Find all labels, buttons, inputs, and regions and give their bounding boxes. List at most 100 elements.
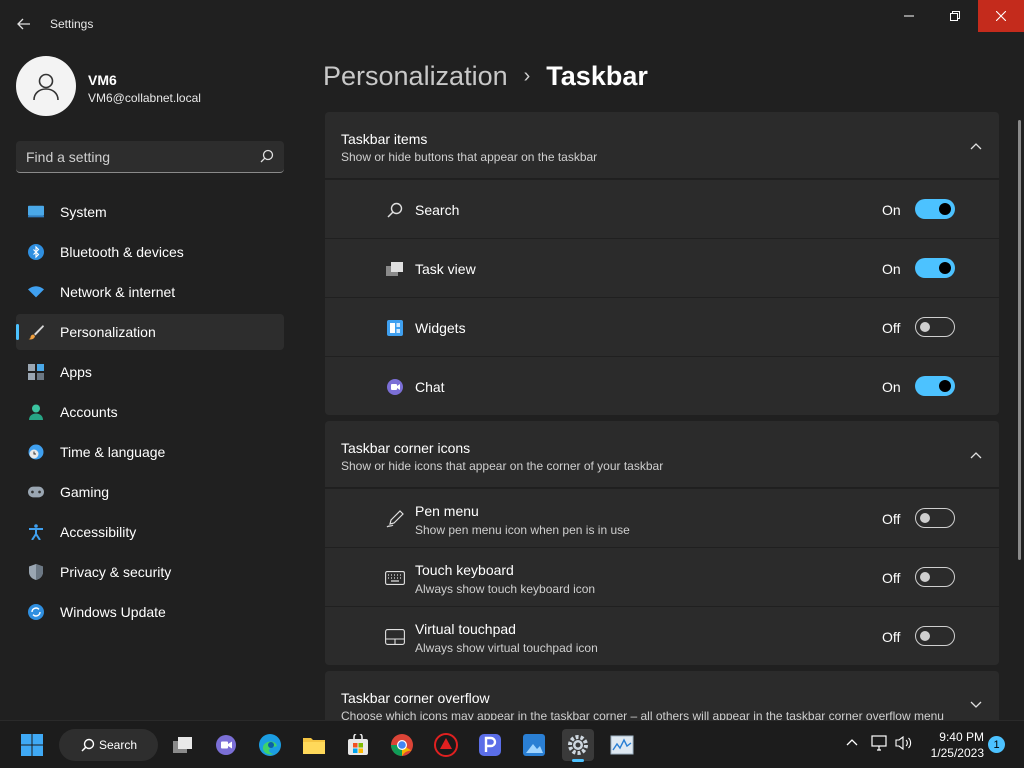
teams-chat-icon[interactable] <box>210 729 242 761</box>
notification-badge[interactable]: 1 <box>988 736 1005 753</box>
restore-icon <box>950 11 960 21</box>
profile-name: VM6 <box>88 72 117 88</box>
store-icon[interactable] <box>342 729 374 761</box>
sidebar-item-label: Windows Update <box>60 604 166 620</box>
chevron-up-icon[interactable] <box>969 448 983 462</box>
breadcrumb-separator: › <box>523 64 531 87</box>
wifi-icon <box>28 284 44 300</box>
sidebar-item-label: Bluetooth & devices <box>60 244 184 260</box>
taskbar-corner-overflow-group[interactable]: Taskbar corner overflow Choose which ico… <box>325 671 999 720</box>
back-button[interactable] <box>12 12 36 36</box>
touch-keyboard-toggle[interactable] <box>915 567 955 587</box>
page-title: Taskbar <box>546 60 648 91</box>
taskbar-clock[interactable]: 9:40 PM 1/25/2023 <box>920 729 984 761</box>
sidebar-item-privacy[interactable]: Privacy & security <box>16 554 284 590</box>
restore-button[interactable] <box>932 0 978 32</box>
toggle-state-text: Off <box>882 629 901 645</box>
chrome-icon[interactable] <box>386 729 418 761</box>
breadcrumb-parent[interactable]: Personalization <box>323 61 508 92</box>
toggle-knob <box>920 322 930 332</box>
sidebar-item-gaming[interactable]: Gaming <box>16 474 284 510</box>
pen-icon <box>385 509 405 529</box>
close-icon <box>996 11 1006 21</box>
network-wired-icon[interactable] <box>871 735 889 751</box>
setting-label: Pen menu <box>415 503 479 519</box>
widgets-toggle[interactable] <box>915 317 955 337</box>
toggle-state-text: Off <box>882 570 901 586</box>
toggle-knob <box>939 262 951 274</box>
chevron-up-icon[interactable] <box>969 139 983 153</box>
toggle-state-text: Off <box>882 320 901 336</box>
search-icon[interactable] <box>260 149 274 168</box>
taskbar-items-group: Taskbar items Show or hide buttons that … <box>325 112 999 415</box>
sidebar-item-label: Accounts <box>60 404 118 420</box>
toggle-knob <box>920 513 930 523</box>
settings-content: Taskbar items Show or hide buttons that … <box>325 112 999 720</box>
sidebar-item-bluetooth[interactable]: Bluetooth & devices <box>16 234 284 270</box>
app-red-icon[interactable] <box>430 729 462 761</box>
resource-monitor-icon[interactable] <box>606 729 638 761</box>
pen-menu-toggle[interactable] <box>915 508 955 528</box>
sidebar-item-label: Gaming <box>60 484 110 500</box>
group-title: Taskbar corner overflow <box>341 690 490 706</box>
chevron-down-icon[interactable] <box>969 698 983 712</box>
group-description: Show or hide buttons that appear on the … <box>341 150 598 164</box>
widgets-icon <box>385 318 405 338</box>
sidebar-item-time-language[interactable]: Time & language <box>16 434 284 470</box>
clock-globe-icon <box>28 444 44 460</box>
taskbar-search-button[interactable]: Search <box>59 729 158 761</box>
scrollbar[interactable] <box>1018 120 1021 560</box>
sidebar-item-label: Accessibility <box>60 524 137 540</box>
brush-icon <box>28 324 44 340</box>
minimize-button[interactable] <box>886 0 932 32</box>
settings-icon[interactable] <box>562 729 594 762</box>
setting-label: Touch keyboard <box>415 562 514 578</box>
setting-label: Virtual touchpad <box>415 621 516 637</box>
sidebar-item-system[interactable]: System <box>16 194 284 230</box>
back-arrow-icon <box>17 18 30 30</box>
virtual-touchpad-toggle[interactable] <box>915 626 955 646</box>
search-toggle[interactable] <box>915 199 955 219</box>
sidebar-item-accounts[interactable]: Accounts <box>16 394 284 430</box>
group-title: Taskbar items <box>341 131 428 147</box>
sidebar-item-apps[interactable]: Apps <box>16 354 284 390</box>
keyboard-icon <box>385 568 405 588</box>
sidebar-item-accessibility[interactable]: Accessibility <box>16 514 284 550</box>
start-icon[interactable] <box>16 729 48 761</box>
search-icon <box>81 738 95 752</box>
volume-icon[interactable] <box>895 735 913 751</box>
system-icon <box>28 204 44 220</box>
setting-label: Chat <box>415 379 445 395</box>
app-blue-icon[interactable] <box>518 729 550 761</box>
profile-email: VM6@collabnet.local <box>88 91 201 105</box>
task-view-icon[interactable] <box>167 729 199 761</box>
app-title: Settings <box>50 17 94 31</box>
task-view-toggle[interactable] <box>915 258 955 278</box>
chat-toggle[interactable] <box>915 376 955 396</box>
sidebar-item-label: Time & language <box>60 444 166 460</box>
chevron-up-icon[interactable] <box>845 735 859 749</box>
setting-description: Always show touch keyboard icon <box>415 582 596 596</box>
sidebar-item-personalization[interactable]: Personalization <box>16 314 284 350</box>
user-profile[interactable]: VM6 VM6@collabnet.local <box>16 56 296 120</box>
taskbar-items-header[interactable]: Taskbar items Show or hide buttons that … <box>325 112 999 179</box>
taskbar-search-label: Search <box>99 738 138 752</box>
close-button[interactable] <box>978 0 1024 32</box>
taskbar-corner-icons-header[interactable]: Taskbar corner icons Show or hide icons … <box>325 421 999 488</box>
toggle-state-text: On <box>882 202 901 218</box>
edge-icon[interactable] <box>254 729 286 761</box>
group-title: Taskbar corner icons <box>341 440 471 456</box>
setting-label: Task view <box>415 261 476 277</box>
app-p-icon[interactable] <box>474 729 506 761</box>
file-explorer-icon[interactable] <box>298 729 330 761</box>
group-description: Show or hide icons that appear on the co… <box>341 459 664 473</box>
accounts-person-icon <box>28 404 44 420</box>
sidebar-item-windows-update[interactable]: Windows Update <box>16 594 284 630</box>
toggle-knob <box>939 380 951 392</box>
find-setting-search[interactable] <box>16 141 284 173</box>
sidebar-item-network[interactable]: Network & internet <box>16 274 284 310</box>
search-input[interactable] <box>26 147 246 167</box>
gamepad-icon <box>28 484 44 500</box>
toggle-state-text: On <box>882 379 901 395</box>
accessibility-icon <box>28 524 44 540</box>
